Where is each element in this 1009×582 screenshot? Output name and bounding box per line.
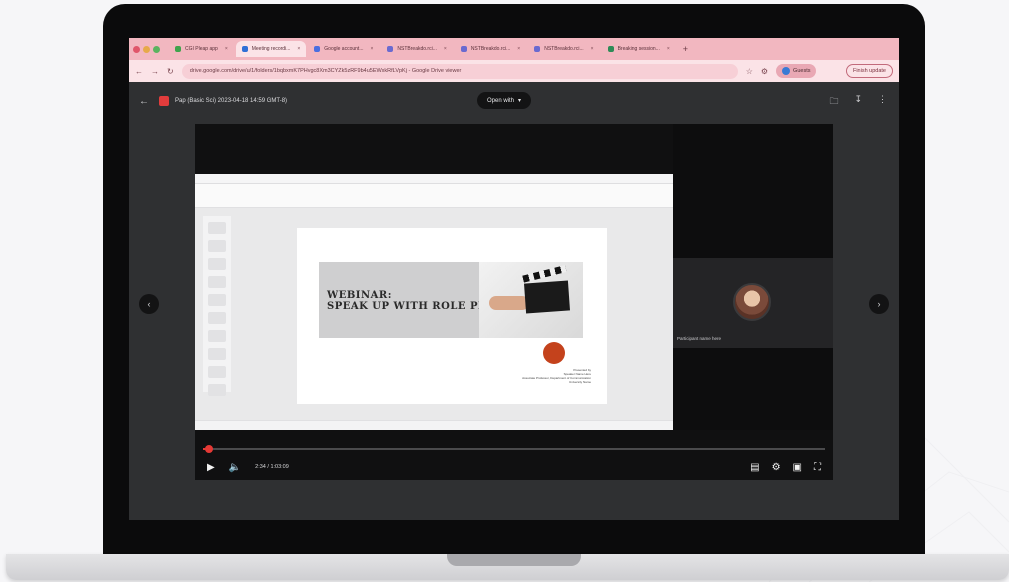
tab-favicon-icon — [607, 46, 614, 52]
browser-tab[interactable]: NSTBreakdo.rci... × — [455, 41, 526, 57]
settings-gear-icon[interactable]: ⚙ — [772, 462, 781, 473]
open-with-button[interactable]: Open with ▾ — [477, 92, 532, 109]
slide-canvas: WEBINAR: SPEAK UP WITH ROLE PLAY Presente… — [297, 228, 607, 404]
browser-toolbar: ← → ↻ drive.google.com/drive/u/1/folders… — [129, 60, 899, 82]
add-to-drive-icon[interactable]: 🗀 — [829, 94, 838, 110]
slide-title: WEBINAR: SPEAK UP WITH ROLE PLAY — [327, 290, 501, 312]
profile-button[interactable]: Guests — [776, 64, 817, 78]
tab-favicon-icon — [534, 46, 541, 52]
tab-close-icon[interactable]: × — [297, 46, 300, 52]
captions-icon[interactable]: ▤ — [750, 462, 759, 473]
progress-bar[interactable] — [203, 445, 825, 453]
next-file-button[interactable]: › — [869, 294, 889, 314]
chevron-down-icon: ▾ — [518, 98, 522, 104]
back-arrow-icon[interactable]: ← — [135, 67, 143, 76]
tab-close-icon[interactable]: × — [225, 46, 228, 52]
tab-label: Meeting recordi... — [251, 46, 291, 52]
browser-tab-bar: CGI Pleap app × Meeting recordi... × Google … — [129, 38, 899, 60]
new-tab-button[interactable]: + — [683, 44, 688, 54]
tab-label: NSTBreakdo.rci... — [544, 46, 584, 52]
browser-tab[interactable]: Google account... × — [308, 41, 379, 57]
more-options-icon[interactable]: ⋮ — [878, 94, 887, 110]
open-with-label: Open with — [487, 97, 515, 104]
browser-tab[interactable]: Meeting recordi... × — [235, 41, 307, 57]
organization-logo — [543, 342, 565, 364]
participant-avatar — [733, 283, 771, 321]
window-close-icon[interactable] — [133, 45, 140, 53]
bookmark-star-icon[interactable]: ☆ — [746, 67, 753, 76]
tab-label: NSTBreakdo.rci... — [397, 46, 437, 52]
tab-close-icon[interactable]: × — [591, 46, 594, 52]
profile-avatar-icon — [782, 67, 791, 75]
fullscreen-icon[interactable]: ⛶ — [814, 462, 821, 473]
shared-app-toolbar — [195, 184, 673, 208]
player-controls: ▶ 🔈 2:34 / 1:03:09 ▤ ⚙ ▣ ⛶ — [195, 458, 833, 476]
tab-close-icon[interactable]: × — [444, 46, 447, 52]
tab-close-icon[interactable]: × — [371, 46, 374, 52]
play-icon[interactable]: ▶ — [207, 462, 215, 473]
shared-screen: WEBINAR: SPEAK UP WITH ROLE PLAY Presente… — [195, 174, 673, 430]
tab-favicon-icon — [241, 46, 248, 52]
participant-tile: Participant name here — [673, 258, 833, 348]
forward-arrow-icon[interactable]: → — [151, 67, 159, 76]
participant-camera-panel: Participant name here — [673, 124, 833, 430]
close-viewer-arrow-icon[interactable]: ← — [139, 96, 149, 107]
slide-banner: WEBINAR: SPEAK UP WITH ROLE PLAY — [319, 262, 583, 338]
file-name: Pap (Basic Sci) 2023-04-18 14:59 GMT-8) — [175, 98, 288, 104]
laptop-screen: CGI Pleap app × Meeting recordi... × Google … — [129, 38, 899, 520]
clapperboard-image — [479, 262, 583, 338]
profile-label: Guests — [793, 68, 811, 74]
participant-name: Participant name here — [677, 336, 722, 341]
tab-label: NSTBreakdo.rci... — [470, 46, 511, 52]
drive-viewer-header: ← Pap (Basic Sci) 2023-04-18 14:59 GMT-8… — [129, 82, 899, 120]
video-file-icon — [159, 96, 169, 106]
browser-tab[interactable]: NSTBreakdo.rci... × — [528, 41, 599, 57]
download-icon[interactable]: ↧ — [854, 94, 862, 110]
slide-credits: Presented by Speaker Name Here Associate P… — [522, 368, 591, 384]
laptop-base-notch — [447, 554, 581, 566]
browser-tab[interactable]: CGI Pleap app × — [169, 41, 234, 57]
tab-label: Breaking session... — [617, 46, 660, 52]
tab-favicon-icon — [175, 46, 181, 52]
finish-update-label: Finish update — [852, 68, 886, 74]
window-maximize-icon[interactable] — [153, 45, 160, 53]
tab-label: CGI Pleap app — [185, 46, 218, 52]
volume-icon[interactable]: 🔈 — [229, 462, 241, 473]
browser-tab[interactable]: NSTBreakdo.rci... × — [381, 41, 452, 57]
progress-handle[interactable] — [205, 445, 214, 453]
browser-tab[interactable]: Breaking session... × — [602, 41, 676, 57]
address-bar[interactable]: drive.google.com/drive/u/1/folders/1bqbx… — [181, 63, 738, 79]
tab-label: Google account... — [324, 46, 364, 52]
shared-slide-thumbnails — [203, 216, 231, 396]
tab-favicon-icon — [314, 46, 321, 52]
picture-in-picture-icon[interactable]: ▣ — [793, 462, 802, 473]
tab-close-icon[interactable]: × — [667, 46, 670, 52]
finish-update-button[interactable]: Finish update — [845, 64, 893, 78]
tab-favicon-icon — [460, 46, 467, 52]
window-minimize-icon[interactable] — [143, 45, 150, 53]
video-player[interactable]: WEBINAR: SPEAK UP WITH ROLE PLAY Presente… — [195, 124, 833, 480]
tab-close-icon[interactable]: × — [517, 46, 520, 52]
shared-app-status-bar — [195, 420, 673, 430]
extensions-icon[interactable]: ⚙ — [761, 67, 768, 76]
shared-browser-tabs — [195, 174, 673, 184]
previous-file-button[interactable]: ‹ — [139, 294, 159, 314]
reload-icon[interactable]: ↻ — [167, 67, 174, 76]
timecode: 2:34 / 1:03:09 — [255, 464, 289, 470]
tab-favicon-icon — [387, 46, 394, 52]
url-text: drive.google.com/drive/u/1/folders/1bqbx… — [189, 68, 462, 74]
